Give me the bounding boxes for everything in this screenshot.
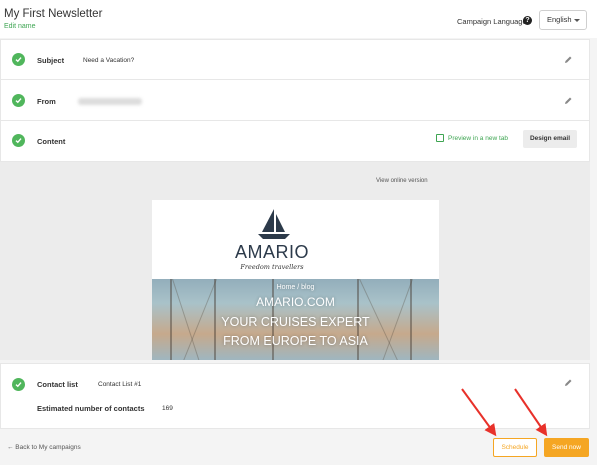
contact-list-value: Contact List #1 <box>98 381 142 388</box>
from-row[interactable]: From <box>0 79 590 121</box>
language-select[interactable]: English <box>539 10 587 30</box>
subject-row[interactable]: Subject Need a Vacation? <box>0 39 590 80</box>
estimated-contacts-label: Estimated number of contacts <box>37 404 145 413</box>
subject-label: Subject <box>37 56 65 65</box>
pencil-icon[interactable] <box>563 55 573 65</box>
hero-headline-2: FROM EUROPE TO ASIA <box>223 334 368 348</box>
check-circle-icon <box>12 53 25 66</box>
edit-name-link[interactable]: Edit name <box>4 23 36 30</box>
brand-tagline: Freedom travellers <box>240 263 304 271</box>
pencil-icon[interactable] <box>563 378 573 388</box>
preview-new-tab-link[interactable]: Preview in a new tab <box>448 135 508 142</box>
help-icon[interactable]: ? <box>523 16 532 25</box>
hero-site: AMARIO.COM <box>256 295 335 309</box>
from-label: From <box>37 97 56 106</box>
campaign-header: My First Newsletter Edit name Campaign L… <box>0 0 597 38</box>
hero-banner: Home / blog AMARIO.COM YOUR CRUISES EXPE… <box>152 279 439 360</box>
estimated-contacts-value: 169 <box>162 405 173 412</box>
check-circle-icon <box>12 378 25 391</box>
email-preview-card: AMARIO Freedom travellers Home / blog AM… <box>152 200 439 360</box>
email-preview-area: View online version AMARIO Freedom trave… <box>0 162 590 360</box>
check-circle-icon <box>12 94 25 107</box>
schedule-button[interactable]: Schedule <box>493 438 537 457</box>
language-select-value: English <box>547 15 572 24</box>
contact-list-label: Contact list <box>37 380 78 389</box>
campaign-language-label: Campaign Language <box>457 17 527 26</box>
send-now-button[interactable]: Send now <box>544 438 589 457</box>
sailboat-logo-icon <box>258 209 290 239</box>
campaign-title: My First Newsletter <box>4 8 103 20</box>
brand-name: AMARIO <box>234 242 309 262</box>
content-row: Content Preview in a new tab Design emai… <box>0 120 590 162</box>
chevron-down-icon <box>574 19 580 22</box>
check-circle-icon <box>12 134 25 147</box>
subject-value: Need a Vacation? <box>83 57 135 64</box>
view-online-version-link[interactable]: View online version <box>376 178 428 184</box>
back-to-campaigns-link[interactable]: ← Back to My campaigns <box>7 444 81 451</box>
contact-list-row[interactable]: Contact list Contact List #1 Estimated n… <box>0 363 590 429</box>
content-label: Content <box>37 137 66 146</box>
hero-breadcrumb: Home / blog <box>276 284 315 291</box>
external-link-icon <box>436 134 444 142</box>
design-email-button[interactable]: Design email <box>523 130 577 148</box>
pencil-icon[interactable] <box>563 96 573 106</box>
hero-headline-1: YOUR CRUISES EXPERT <box>221 315 370 329</box>
from-value-redacted <box>78 98 142 105</box>
